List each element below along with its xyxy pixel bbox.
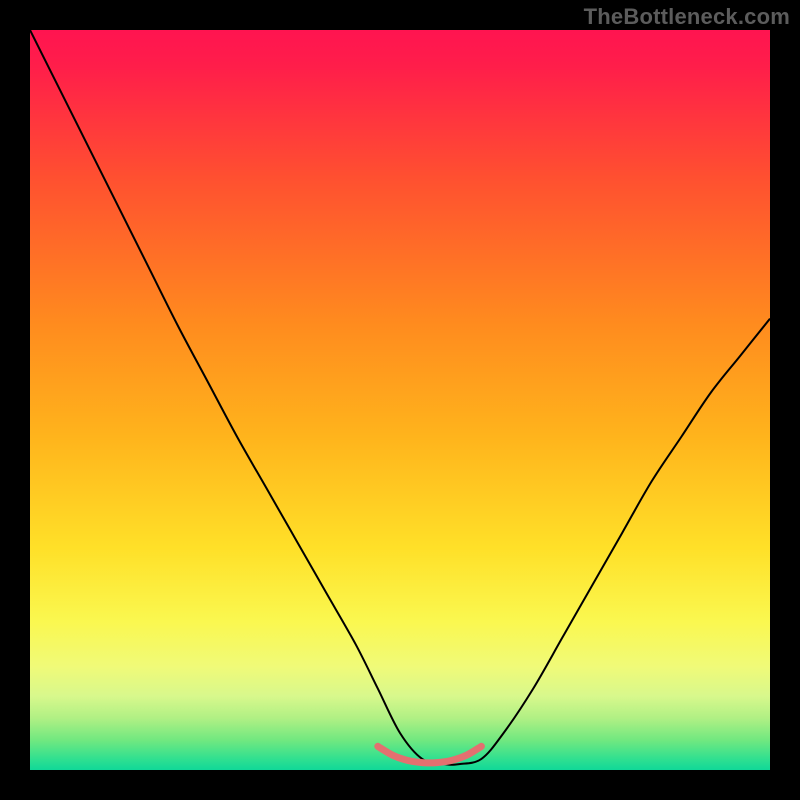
chart-svg [30,30,770,770]
plot-area [30,30,770,770]
watermark-text: TheBottleneck.com [584,4,790,30]
gradient-background [30,30,770,770]
chart-frame: TheBottleneck.com [0,0,800,800]
